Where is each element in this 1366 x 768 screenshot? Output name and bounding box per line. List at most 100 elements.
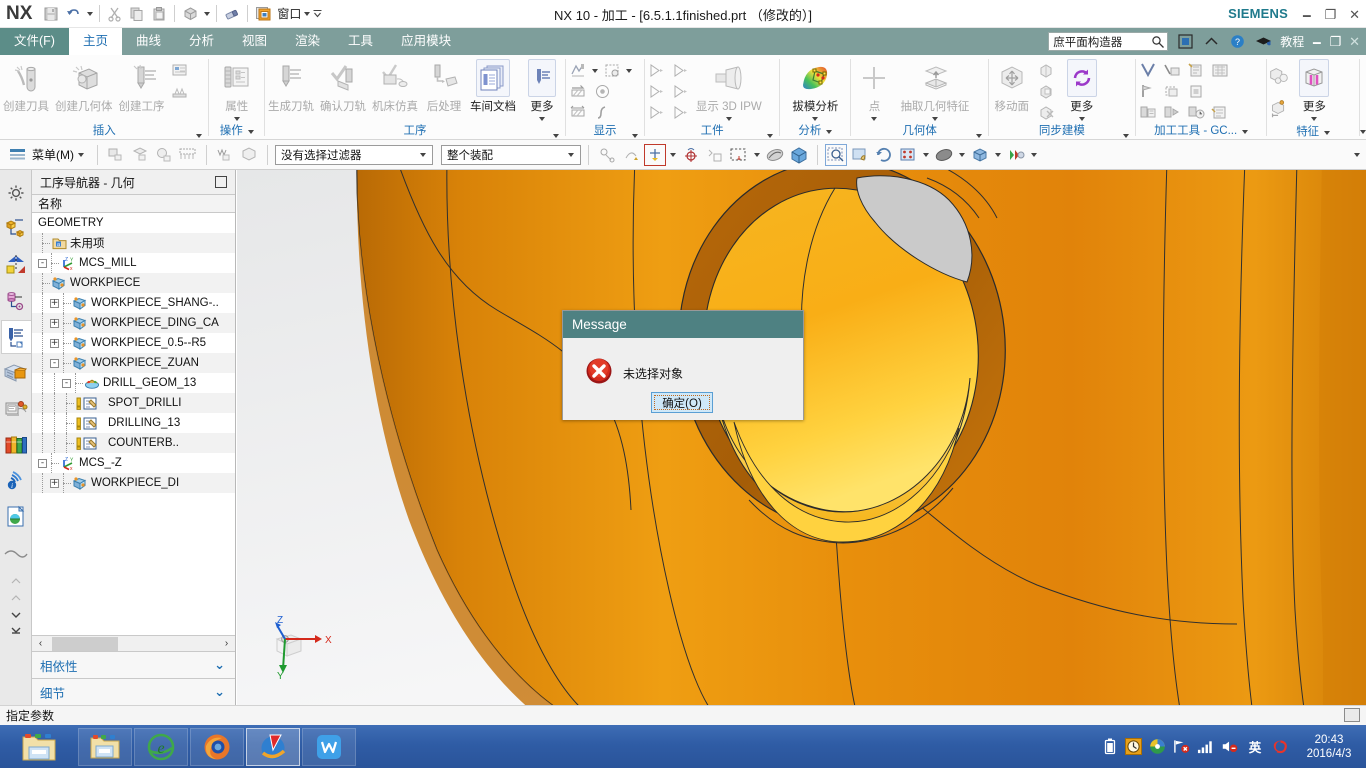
navigator-pin-icon[interactable]	[215, 176, 227, 188]
snap-point-toggle-icon[interactable]	[596, 144, 618, 166]
tree-expand-icon[interactable]: +	[50, 478, 59, 488]
tab-tools[interactable]: 工具	[334, 28, 387, 55]
machine-sim-button[interactable]: 机床仿真	[369, 59, 421, 114]
resource-scroll-down2-icon[interactable]	[10, 625, 22, 639]
gc-9-icon[interactable]	[1160, 102, 1184, 123]
hscroll-right-button[interactable]: ›	[219, 637, 234, 651]
resource-gear-icon[interactable]	[1, 176, 31, 210]
tree-item[interactable]: - WORKPIECE_ZUAN	[32, 353, 235, 373]
tree-item[interactable]: GEOMETRY	[32, 213, 235, 233]
feature-more-button[interactable]: 更多	[1291, 59, 1337, 123]
hscroll-thumb[interactable]	[52, 636, 118, 651]
gc-5-icon[interactable]	[1136, 81, 1160, 102]
qat-overflow-icon[interactable]	[312, 3, 323, 25]
details-chevron-down-icon[interactable]: ⌄	[214, 684, 225, 700]
tree-collapse-icon[interactable]: -	[38, 458, 47, 468]
fit-caret-icon[interactable]	[921, 152, 931, 157]
curve-icon[interactable]	[590, 102, 614, 123]
point-dialog-icon[interactable]	[680, 144, 702, 166]
tree-item[interactable]: + WORKPIECE_DI	[32, 473, 235, 493]
graphics-viewport[interactable]: X Z Y Message 未选择对象 确定(O)	[237, 170, 1366, 705]
selection-filter-caret-icon[interactable]	[416, 152, 430, 157]
status-resize-grip[interactable]	[1344, 708, 1360, 722]
hscroll-left-button[interactable]: ‹	[33, 637, 48, 651]
properties-menu-caret-icon[interactable]	[233, 114, 240, 123]
menu-icon[interactable]	[6, 144, 28, 166]
close-button[interactable]: ✕	[1349, 8, 1360, 21]
minimize-button[interactable]: 🗕	[1302, 8, 1311, 21]
insert-dialog-launcher[interactable]	[196, 134, 203, 138]
snap-point-icon[interactable]	[644, 143, 666, 166]
draft-analysis-button[interactable]: 拔模分析	[789, 59, 841, 123]
paste-icon[interactable]	[148, 3, 170, 25]
create-operation-button[interactable]: 创建工序	[116, 59, 168, 114]
feature-1-icon[interactable]	[1267, 60, 1291, 92]
create-method-icon[interactable]	[168, 81, 192, 102]
feature-dialog-launcher[interactable]	[1324, 124, 1331, 141]
rect-select-icon[interactable]	[728, 144, 750, 166]
verify-toolpath-button[interactable]: 确认刀轨	[317, 59, 369, 114]
toolpath-length-icon[interactable]	[566, 102, 590, 123]
tree-item[interactable]: - Z Yx MCS_MILL	[32, 253, 235, 273]
sel-body-icon[interactable]	[177, 144, 199, 166]
display-toolpath-icon[interactable]	[566, 60, 590, 81]
process-dialog-launcher[interactable]	[553, 134, 560, 138]
resource-scroll-up2-icon[interactable]	[10, 591, 22, 605]
extract-geometry-caret-icon[interactable]	[931, 114, 938, 123]
tree-item[interactable]: WORKPIECE	[32, 273, 235, 293]
ipw-3-icon[interactable]	[645, 81, 669, 102]
tab-home[interactable]: 主页	[68, 28, 122, 55]
ipw-2-icon[interactable]	[669, 60, 693, 81]
ipw-1-icon[interactable]	[645, 60, 669, 81]
tree-expand-icon[interactable]: +	[50, 318, 59, 328]
ribbon-overflow-caret-icon[interactable]	[1359, 123, 1366, 140]
clock-tray-icon[interactable]	[1125, 738, 1142, 755]
rotate-icon[interactable]	[873, 144, 895, 166]
resource-scroll-up-icon[interactable]	[10, 574, 22, 588]
snap-point-caret-icon[interactable]	[668, 152, 678, 157]
tree-item[interactable]: - DRILL_GEOM_13	[32, 373, 235, 393]
sel-feat-icon[interactable]	[214, 144, 236, 166]
process-more-caret-icon[interactable]	[538, 114, 545, 123]
render-style-icon[interactable]	[969, 144, 991, 166]
message-dialog-ok-button[interactable]: 确定(O)	[651, 392, 713, 413]
create-tool-button[interactable]: 创建刀具	[0, 59, 52, 114]
search-icon[interactable]	[1151, 35, 1165, 49]
hscroll-track[interactable]	[48, 636, 219, 651]
selbar-overflow-icon[interactable]	[1354, 152, 1360, 157]
gc-10-icon[interactable]	[1184, 102, 1208, 123]
menu-button[interactable]: 菜单(M)	[30, 146, 90, 163]
taskbar-clock[interactable]: 20:43 2016/4/3	[1300, 733, 1358, 761]
display-dialog-launcher[interactable]	[631, 134, 638, 138]
volume-mute-icon[interactable]	[1221, 738, 1238, 755]
point-caret-icon[interactable]	[871, 114, 878, 123]
collapse-ribbon-icon[interactable]	[1202, 33, 1220, 51]
shade-mode-icon[interactable]	[933, 144, 955, 166]
window-menu-label[interactable]: 窗口	[277, 5, 301, 22]
ime-icon[interactable]: 英	[1245, 738, 1265, 755]
sel-obj-icon[interactable]	[105, 144, 127, 166]
selection-scope-combo[interactable]: 整个装配	[441, 144, 581, 165]
selection-filter-combo[interactable]: 没有选择过滤器	[275, 144, 433, 165]
gc-7-icon[interactable]	[1184, 81, 1208, 102]
taskbar-item-wps[interactable]	[302, 727, 356, 766]
tree-item[interactable]: + WORKPIECE_SHANG-..	[32, 293, 235, 313]
globe-icon[interactable]	[1149, 738, 1166, 755]
command-search-input[interactable]: 庶平面构造器	[1048, 32, 1169, 51]
process-studio-icon[interactable]	[1, 536, 31, 570]
machining-wizard-icon[interactable]	[1, 392, 31, 426]
ipw-4-icon[interactable]	[669, 81, 693, 102]
sync-more-caret-icon[interactable]	[1078, 114, 1085, 123]
operation-navigator-icon[interactable]	[0, 320, 31, 354]
tree-item[interactable]: DRILLING_13	[32, 413, 235, 433]
cut-icon[interactable]	[104, 3, 126, 25]
gc-4-icon[interactable]	[1208, 60, 1232, 81]
navigator-tree[interactable]: GEOMETRY a 未用项 - Z Yx MCS_MILL WORKPIECE + WORKPI…	[32, 213, 235, 635]
display-dropdown-caret-icon[interactable]	[624, 68, 634, 73]
reuse-library-icon[interactable]	[1, 356, 31, 390]
display-dropdown-icon[interactable]	[201, 3, 212, 25]
signal-icon[interactable]	[1197, 738, 1214, 755]
selection-scope-caret-icon[interactable]	[564, 152, 578, 157]
shade-mode-caret-icon[interactable]	[957, 152, 967, 157]
sel-comp-icon[interactable]	[238, 144, 260, 166]
